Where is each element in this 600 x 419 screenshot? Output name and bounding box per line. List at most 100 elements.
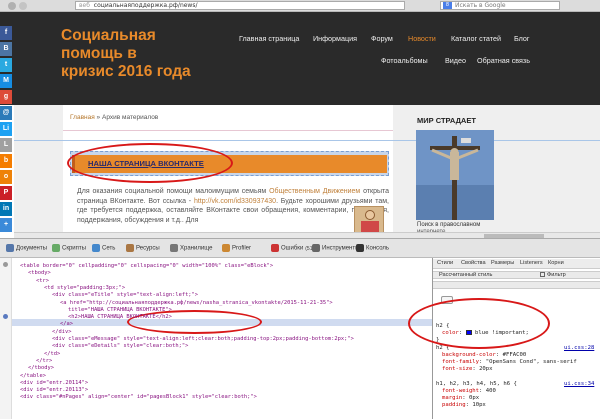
- vkontakte-icon[interactable]: B: [0, 42, 12, 56]
- dom-node[interactable]: </tbody>: [28, 365, 54, 372]
- style-declaration[interactable]: font-family: "OpenSans Cond", sans-serif: [442, 359, 577, 365]
- dom-node[interactable]: title="НАША СТРАНИЦА ВКОНТАКТЕ">: [68, 307, 172, 314]
- dom-node[interactable]: <div class="eTitle" style="text-align:le…: [52, 292, 198, 299]
- tab-styles[interactable]: Стили: [437, 260, 453, 266]
- style-declaration[interactable]: margin: 0px: [442, 395, 479, 401]
- social-share-bar: f Bt Mg @ Li Lb o Pin +: [0, 26, 14, 234]
- nav-blog[interactable]: Блог: [514, 34, 530, 43]
- breadcrumb-home[interactable]: Главная: [70, 114, 95, 121]
- css-prop: font-weight: [442, 388, 480, 394]
- nav-info[interactable]: Информация: [313, 34, 357, 43]
- linkedin-icon[interactable]: in: [0, 202, 12, 216]
- tab-roots[interactable]: Корни: [548, 260, 564, 266]
- computed-style-label: Рассчитанный стиль: [439, 272, 493, 278]
- nav-feedback[interactable]: Обратная связь: [477, 56, 530, 65]
- devtools-tab-label: Скрипты: [62, 245, 86, 252]
- storage-icon: [170, 244, 178, 252]
- livejournal-icon[interactable]: Li: [0, 122, 12, 136]
- google-plus-icon[interactable]: g: [0, 90, 12, 104]
- devtools-tab-7[interactable]: Инструменты: [312, 244, 359, 252]
- navigation-buttons[interactable]: [8, 2, 68, 10]
- css-value: "OpenSans Cond", sans-serif: [485, 359, 577, 366]
- devtools-tab-8[interactable]: Консоль: [356, 244, 389, 252]
- site-title[interactable]: Социальная помощь в кризис 2016 года: [61, 27, 221, 81]
- dom-node[interactable]: </a>: [60, 321, 73, 328]
- style-declaration[interactable]: font-size: 20px: [442, 366, 493, 372]
- liveinternet-icon[interactable]: L: [0, 138, 12, 152]
- rule2-source-link[interactable]: ui.css:28: [564, 345, 594, 351]
- site-title-line1: Социальная помощь в: [61, 27, 156, 62]
- crucifix-image: [416, 130, 494, 220]
- nav-video[interactable]: Видео: [445, 56, 466, 65]
- sidebar-image[interactable]: [416, 130, 494, 220]
- divider: [63, 130, 393, 131]
- nav-news[interactable]: Новости: [408, 34, 436, 43]
- devtools-tab-label: Ошибки: [281, 245, 304, 252]
- pinterest-icon[interactable]: P: [0, 186, 12, 200]
- dom-node[interactable]: <div class="eDetails" style="clear:both;…: [52, 343, 188, 350]
- style-rule-headings[interactable]: h1, h2, h3, h4, h5, h6 {: [436, 381, 517, 387]
- movement-link[interactable]: Общественным Движением: [269, 188, 360, 195]
- dom-node[interactable]: <td style="padding:3px;">: [44, 285, 125, 292]
- search-engine-icon: 8: [443, 2, 452, 9]
- style-declaration[interactable]: padding: 10px: [442, 402, 486, 408]
- devtools-tab-4[interactable]: Хранилище: [170, 244, 212, 252]
- css-prop: margin: [442, 395, 463, 402]
- screenshot-root: веб социальнаяподдержка.рф/news/ 8 Искать…: [0, 0, 600, 419]
- style-declaration[interactable]: background-color: #FFAC00: [442, 352, 526, 358]
- devtools-tab-3[interactable]: Ресурсы: [126, 244, 160, 252]
- dom-node[interactable]: <tbody>: [28, 270, 51, 277]
- dom-node[interactable]: </td>: [44, 351, 60, 358]
- console-icon: [356, 244, 364, 252]
- blogger-icon[interactable]: b: [0, 154, 12, 168]
- style-declaration[interactable]: font-weight: 400: [442, 388, 496, 394]
- profiler-icon: [222, 244, 230, 252]
- filter-checkbox[interactable]: [540, 272, 545, 278]
- selected-marker: [3, 314, 8, 319]
- dom-node[interactable]: <div id="entr.20114">: [20, 380, 88, 387]
- computed-style-header[interactable]: Рассчитанный стиль: [433, 271, 600, 279]
- rule3-source-link[interactable]: ui.css:34: [564, 381, 594, 387]
- nav-catalog[interactable]: Каталог статей: [451, 34, 501, 43]
- devtools-tab-5[interactable]: Profiler: [222, 244, 251, 252]
- odnoklassniki-icon[interactable]: o: [0, 170, 12, 184]
- dom-node[interactable]: <a href="http://социальнаяподдержка.рф/n…: [60, 300, 333, 307]
- dom-node[interactable]: <div class="#nPages" align="center" id="…: [20, 394, 257, 401]
- back-arrow-icon[interactable]: [8, 2, 16, 10]
- forward-arrow-icon[interactable]: [19, 2, 27, 10]
- dom-node[interactable]: <div id="entr.20113">: [20, 387, 88, 394]
- nav-forum[interactable]: Форум: [371, 34, 393, 43]
- tab-listeners[interactable]: Listeners: [520, 260, 543, 266]
- search-box[interactable]: 8 Искать в Google: [440, 1, 560, 10]
- nav-home[interactable]: Главная страница: [239, 34, 299, 43]
- filter-toggle[interactable]: Фильтр: [540, 272, 566, 278]
- devtools-tab-label: Сеть: [102, 245, 116, 252]
- tab-metrics[interactable]: Размеры: [491, 260, 514, 266]
- dom-node[interactable]: </tr>: [36, 358, 52, 365]
- devtools-tab-1[interactable]: Скрипты: [52, 244, 86, 252]
- vk-link[interactable]: http://vk.com/id330937430: [194, 198, 276, 205]
- share-more-icon[interactable]: +: [0, 218, 12, 232]
- rule2-source: ui.css:28: [564, 345, 595, 351]
- twitter-icon[interactable]: t: [0, 58, 12, 72]
- dom-node-selected[interactable]: <h2>НАША СТРАНИЦА ВКОНТАКТЕ</h2>: [68, 314, 172, 321]
- dom-node[interactable]: </table>: [20, 373, 46, 380]
- dom-node[interactable]: <div class="eMessage" style="text-align:…: [52, 336, 354, 343]
- css-prop: font-size: [442, 366, 473, 373]
- dom-node[interactable]: </div>: [52, 329, 71, 336]
- dom-node[interactable]: <tr>: [36, 278, 49, 285]
- email-icon[interactable]: @: [0, 106, 12, 120]
- devtools-tab-6[interactable]: Ошибки (511): [271, 244, 317, 252]
- devtools-tab-2[interactable]: Сеть: [92, 244, 115, 252]
- mail-icon[interactable]: M: [0, 74, 12, 88]
- dom-node[interactable]: <table border="0" cellpadding="0" cellsp…: [20, 263, 273, 270]
- nav-photo[interactable]: Фотоальбомы: [381, 56, 428, 65]
- address-bar[interactable]: веб социальнаяподдержка.рф/news/: [75, 1, 405, 10]
- tab-properties[interactable]: Свойства: [461, 260, 486, 266]
- post-body: Для оказания социальной помощи малоимущи…: [77, 187, 389, 225]
- css-value: 400: [485, 388, 496, 394]
- facebook-icon[interactable]: f: [0, 26, 12, 40]
- sidebar-caption[interactable]: Поиск в православном: [417, 222, 480, 228]
- breadcrumb-separator: »: [94, 114, 102, 121]
- devtools-tab-0[interactable]: Документы: [6, 244, 47, 252]
